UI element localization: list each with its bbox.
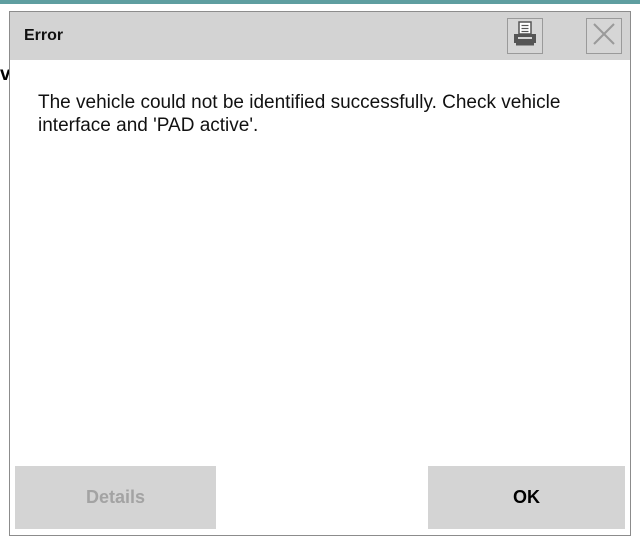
window-top-border — [0, 0, 640, 4]
dialog-title: Error — [24, 27, 64, 44]
error-dialog: Error The vehicle could not be identifie… — [9, 11, 631, 536]
ok-button-label: OK — [513, 487, 540, 507]
close-button[interactable] — [586, 18, 622, 54]
print-button[interactable] — [507, 18, 543, 54]
dialog-titlebar: Error — [10, 12, 630, 60]
printer-icon — [510, 20, 540, 53]
ok-button[interactable]: OK — [428, 466, 625, 529]
error-message: The vehicle could not be identified succ… — [38, 92, 561, 136]
details-button[interactable]: Details — [15, 466, 216, 529]
details-button-label: Details — [85, 487, 146, 507]
close-icon — [592, 22, 616, 51]
